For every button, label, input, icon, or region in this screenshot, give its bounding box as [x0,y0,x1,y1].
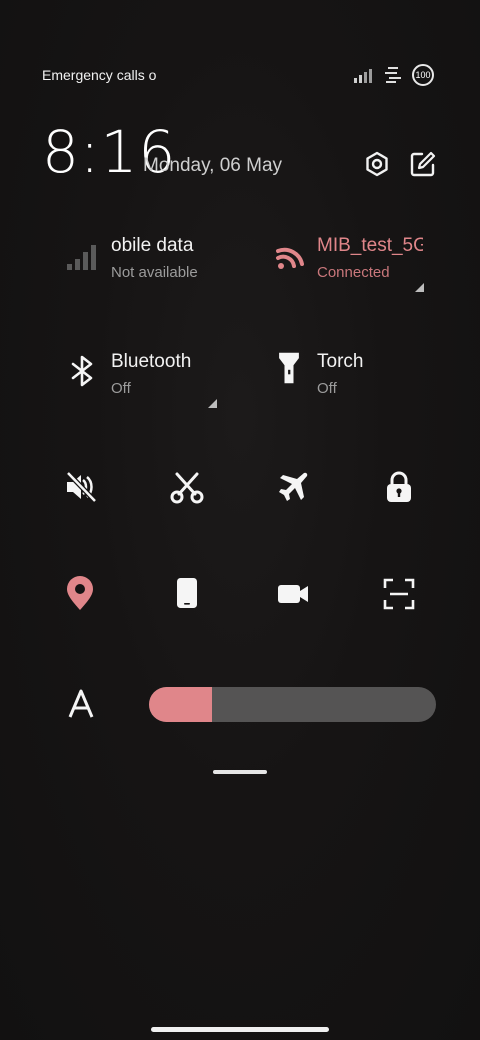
lock-rotation-icon[interactable] [381,469,417,505]
date: Monday, 06 May [143,155,283,176]
airplane-icon[interactable] [275,469,311,505]
cellular-signal-icon [67,245,96,270]
phone-icon[interactable] [169,575,205,611]
expand-corner-icon[interactable] [208,399,217,408]
tile-title: Bluetooth [111,351,192,372]
wifi-icon [276,247,304,269]
bluetooth-icon [71,355,93,387]
tile-title: obile data [111,235,194,256]
scan-icon[interactable] [381,576,417,612]
tile-title: MIB_test_5G [317,235,423,256]
battery-icon: 100 [412,64,434,86]
mute-icon[interactable] [63,469,99,505]
tile-subtitle: Off [317,380,337,397]
location-icon[interactable] [62,576,98,612]
tile-title: Torch [317,351,364,372]
drag-handle[interactable] [213,770,267,774]
tile-subtitle: Connected [317,264,390,281]
settings-icon[interactable] [363,150,391,178]
scissors-icon[interactable] [169,469,205,505]
auto-brightness-icon[interactable] [65,688,97,720]
tile-subtitle: Not available [111,264,198,281]
data-activity-icon [385,67,401,83]
status-icons: 100 [354,64,434,86]
home-indicator[interactable] [151,1027,329,1032]
tile-subtitle: Off [111,380,131,397]
status-text: Emergency calls o [42,67,157,83]
brightness-fill [149,687,213,722]
signal-icon [354,69,372,83]
edit-icon[interactable] [409,150,437,178]
brightness-slider[interactable] [149,687,436,722]
video-record-icon[interactable] [275,576,311,612]
expand-corner-icon[interactable] [415,283,424,292]
torch-icon [279,352,299,384]
